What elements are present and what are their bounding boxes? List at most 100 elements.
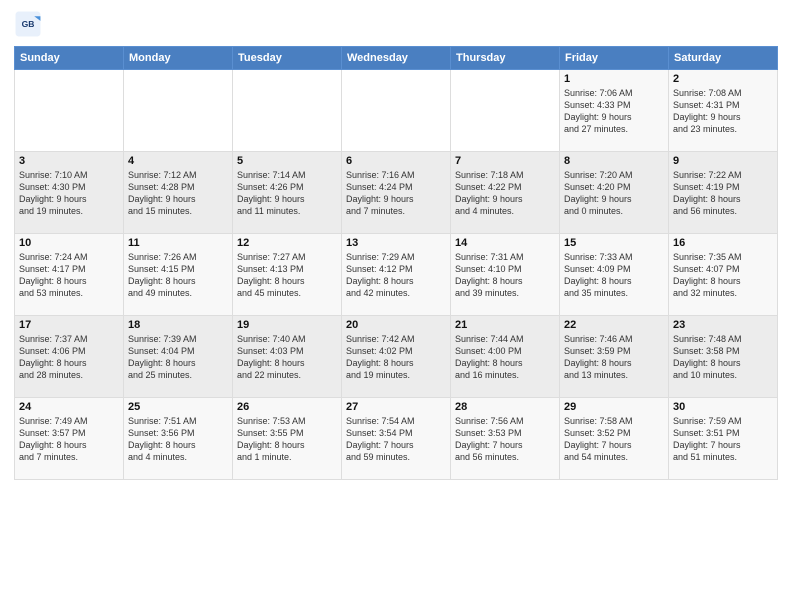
calendar-cell: 21Sunrise: 7:44 AM Sunset: 4:00 PM Dayli… xyxy=(451,316,560,398)
calendar-cell: 22 Sunrise: 7:46 AM Sunset: 3:59 PM Dayli… xyxy=(560,316,669,398)
logo: GB xyxy=(14,10,46,38)
calendar-cell: 5 Sunrise: 7:14 AM Sunset: 4:26 PM Daylig… xyxy=(233,152,342,234)
day-number: 22 xyxy=(564,319,664,331)
day-number: 24 xyxy=(19,401,119,413)
day-number: 19 xyxy=(237,319,337,331)
logo-icon: GB xyxy=(14,10,42,38)
calendar-cell: 7Sunrise: 7:18 AM Sunset: 4:22 PM Daylig… xyxy=(451,152,560,234)
calendar-cell: 26 Sunrise: 7:53 AM Sunset: 3:55 PM Dayli… xyxy=(233,398,342,480)
header-cell-wednesday: Wednesday xyxy=(342,47,451,70)
day-number: 5 xyxy=(237,155,337,167)
day-info: Sunrise: 7:35 AM Sunset: 4:07 PM Dayligh… xyxy=(673,251,773,300)
header-cell-tuesday: Tuesday xyxy=(233,47,342,70)
calendar-cell: 24 Sunrise: 7:49 AM Sunset: 3:57 PM Dayli… xyxy=(15,398,124,480)
day-number: 17 xyxy=(19,319,119,331)
day-info: Sunrise: 7:31 AM Sunset: 4:10 PM Dayligh… xyxy=(455,251,555,300)
day-number: 11 xyxy=(128,237,228,249)
calendar-cell: 2 Sunrise: 7:08 AM Sunset: 4:31 PM Daylig… xyxy=(669,70,778,152)
day-number: 25 xyxy=(128,401,228,413)
day-info: Sunrise: 7:42 AM Sunset: 4:02 PM Dayligh… xyxy=(346,333,446,382)
day-info: Sunrise: 7:24 AM Sunset: 4:17 PM Dayligh… xyxy=(19,251,119,300)
day-number: 15 xyxy=(564,237,664,249)
day-info: Sunrise: 7:08 AM Sunset: 4:31 PM Dayligh… xyxy=(673,87,773,136)
calendar-cell: 1 Sunrise: 7:06 AM Sunset: 4:33 PM Daylig… xyxy=(560,70,669,152)
day-number: 29 xyxy=(564,401,664,413)
day-info: Sunrise: 7:10 AM Sunset: 4:30 PM Dayligh… xyxy=(19,169,119,218)
day-number: 16 xyxy=(673,237,773,249)
svg-text:GB: GB xyxy=(22,19,35,29)
day-info: Sunrise: 7:26 AM Sunset: 4:15 PM Dayligh… xyxy=(128,251,228,300)
calendar-cell: 17 Sunrise: 7:37 AM Sunset: 4:06 PM Dayli… xyxy=(15,316,124,398)
day-number: 1 xyxy=(564,73,664,85)
day-number: 26 xyxy=(237,401,337,413)
day-info: Sunrise: 7:53 AM Sunset: 3:55 PM Dayligh… xyxy=(237,415,337,464)
header-cell-sunday: Sunday xyxy=(15,47,124,70)
calendar-header-row: SundayMondayTuesdayWednesdayThursdayFrid… xyxy=(15,47,778,70)
calendar-cell xyxy=(342,70,451,152)
calendar-table: SundayMondayTuesdayWednesdayThursdayFrid… xyxy=(14,46,778,480)
header-cell-saturday: Saturday xyxy=(669,47,778,70)
day-number: 6 xyxy=(346,155,446,167)
day-info: Sunrise: 7:59 AM Sunset: 3:51 PM Dayligh… xyxy=(673,415,773,464)
day-info: Sunrise: 7:06 AM Sunset: 4:33 PM Dayligh… xyxy=(564,87,664,136)
day-number: 23 xyxy=(673,319,773,331)
day-number: 27 xyxy=(346,401,446,413)
day-info: Sunrise: 7:22 AM Sunset: 4:19 PM Dayligh… xyxy=(673,169,773,218)
calendar-cell: 8 Sunrise: 7:20 AM Sunset: 4:20 PM Daylig… xyxy=(560,152,669,234)
calendar-cell: 30Sunrise: 7:59 AM Sunset: 3:51 PM Dayli… xyxy=(669,398,778,480)
day-info: Sunrise: 7:12 AM Sunset: 4:28 PM Dayligh… xyxy=(128,169,228,218)
day-info: Sunrise: 7:20 AM Sunset: 4:20 PM Dayligh… xyxy=(564,169,664,218)
calendar-week-3: 10Sunrise: 7:24 AM Sunset: 4:17 PM Dayli… xyxy=(15,234,778,316)
day-number: 14 xyxy=(455,237,555,249)
day-info: Sunrise: 7:33 AM Sunset: 4:09 PM Dayligh… xyxy=(564,251,664,300)
header-cell-monday: Monday xyxy=(124,47,233,70)
calendar-cell: 27 Sunrise: 7:54 AM Sunset: 3:54 PM Dayli… xyxy=(342,398,451,480)
calendar-cell: 15 Sunrise: 7:33 AM Sunset: 4:09 PM Dayli… xyxy=(560,234,669,316)
calendar-cell xyxy=(15,70,124,152)
day-number: 9 xyxy=(673,155,773,167)
day-info: Sunrise: 7:18 AM Sunset: 4:22 PM Dayligh… xyxy=(455,169,555,218)
header: GB xyxy=(14,10,778,38)
day-info: Sunrise: 7:16 AM Sunset: 4:24 PM Dayligh… xyxy=(346,169,446,218)
calendar-cell: 3 Sunrise: 7:10 AM Sunset: 4:30 PM Daylig… xyxy=(15,152,124,234)
header-cell-thursday: Thursday xyxy=(451,47,560,70)
calendar-cell: 11 Sunrise: 7:26 AM Sunset: 4:15 PM Dayli… xyxy=(124,234,233,316)
calendar-cell: 13Sunrise: 7:29 AM Sunset: 4:12 PM Dayli… xyxy=(342,234,451,316)
day-info: Sunrise: 7:39 AM Sunset: 4:04 PM Dayligh… xyxy=(128,333,228,382)
day-info: Sunrise: 7:44 AM Sunset: 4:00 PM Dayligh… xyxy=(455,333,555,382)
day-info: Sunrise: 7:27 AM Sunset: 4:13 PM Dayligh… xyxy=(237,251,337,300)
calendar-cell: 6 Sunrise: 7:16 AM Sunset: 4:24 PM Daylig… xyxy=(342,152,451,234)
header-cell-friday: Friday xyxy=(560,47,669,70)
calendar-cell: 20 Sunrise: 7:42 AM Sunset: 4:02 PM Dayli… xyxy=(342,316,451,398)
calendar-cell: 18 Sunrise: 7:39 AM Sunset: 4:04 PM Dayli… xyxy=(124,316,233,398)
day-info: Sunrise: 7:54 AM Sunset: 3:54 PM Dayligh… xyxy=(346,415,446,464)
day-info: Sunrise: 7:37 AM Sunset: 4:06 PM Dayligh… xyxy=(19,333,119,382)
day-info: Sunrise: 7:56 AM Sunset: 3:53 PM Dayligh… xyxy=(455,415,555,464)
calendar-cell: 19Sunrise: 7:40 AM Sunset: 4:03 PM Dayli… xyxy=(233,316,342,398)
day-info: Sunrise: 7:48 AM Sunset: 3:58 PM Dayligh… xyxy=(673,333,773,382)
day-info: Sunrise: 7:14 AM Sunset: 4:26 PM Dayligh… xyxy=(237,169,337,218)
calendar-cell: 4Sunrise: 7:12 AM Sunset: 4:28 PM Daylig… xyxy=(124,152,233,234)
calendar-cell: 10Sunrise: 7:24 AM Sunset: 4:17 PM Dayli… xyxy=(15,234,124,316)
calendar-week-4: 17 Sunrise: 7:37 AM Sunset: 4:06 PM Dayli… xyxy=(15,316,778,398)
page: GB SundayMondayTuesdayWednesdayThursdayF… xyxy=(0,0,792,612)
day-number: 8 xyxy=(564,155,664,167)
day-number: 20 xyxy=(346,319,446,331)
calendar-cell xyxy=(233,70,342,152)
day-info: Sunrise: 7:49 AM Sunset: 3:57 PM Dayligh… xyxy=(19,415,119,464)
day-number: 18 xyxy=(128,319,228,331)
day-number: 13 xyxy=(346,237,446,249)
calendar-cell xyxy=(124,70,233,152)
day-info: Sunrise: 7:46 AM Sunset: 3:59 PM Dayligh… xyxy=(564,333,664,382)
calendar-cell: 28 Sunrise: 7:56 AM Sunset: 3:53 PM Dayli… xyxy=(451,398,560,480)
calendar-week-5: 24 Sunrise: 7:49 AM Sunset: 3:57 PM Dayli… xyxy=(15,398,778,480)
calendar-cell: 12Sunrise: 7:27 AM Sunset: 4:13 PM Dayli… xyxy=(233,234,342,316)
day-number: 2 xyxy=(673,73,773,85)
day-number: 3 xyxy=(19,155,119,167)
calendar-cell: 29 Sunrise: 7:58 AM Sunset: 3:52 PM Dayli… xyxy=(560,398,669,480)
day-info: Sunrise: 7:51 AM Sunset: 3:56 PM Dayligh… xyxy=(128,415,228,464)
day-info: Sunrise: 7:58 AM Sunset: 3:52 PM Dayligh… xyxy=(564,415,664,464)
calendar-week-1: 1 Sunrise: 7:06 AM Sunset: 4:33 PM Daylig… xyxy=(15,70,778,152)
day-number: 28 xyxy=(455,401,555,413)
calendar-week-2: 3 Sunrise: 7:10 AM Sunset: 4:30 PM Daylig… xyxy=(15,152,778,234)
